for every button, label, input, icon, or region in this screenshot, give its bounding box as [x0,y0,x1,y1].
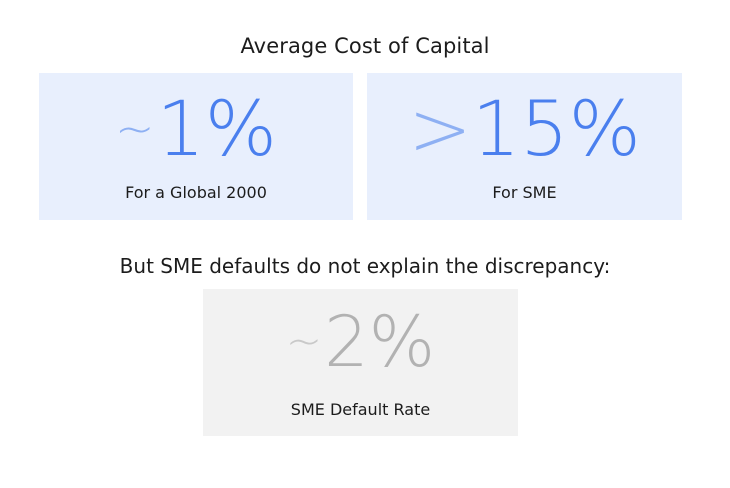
sme-default-value: 2% [324,301,436,383]
sme-value: 15% [471,84,641,173]
sme-default-label: SME Default Rate [290,400,431,419]
greater-than-symbol: > [408,84,472,173]
global-2000-stat: ~1% [39,91,353,167]
sme-label: For SME [492,183,557,202]
global-2000-label: For a Global 2000 [125,183,267,202]
sme-default-stat: ~2% [203,307,518,377]
approx-symbol: ~ [285,317,323,368]
discrepancy-subtitle: But SME defaults do not explain the disc… [119,254,611,278]
diagram-title: Average Cost of Capital [240,34,490,58]
sme-stat: >15% [367,91,682,167]
approx-symbol: ~ [114,101,155,157]
global-2000-value: 1% [156,84,278,173]
sme-default-card: ~2% SME Default Rate [203,289,518,436]
sme-card: >15% For SME [367,73,682,220]
global-2000-card: ~1% For a Global 2000 [39,73,353,220]
